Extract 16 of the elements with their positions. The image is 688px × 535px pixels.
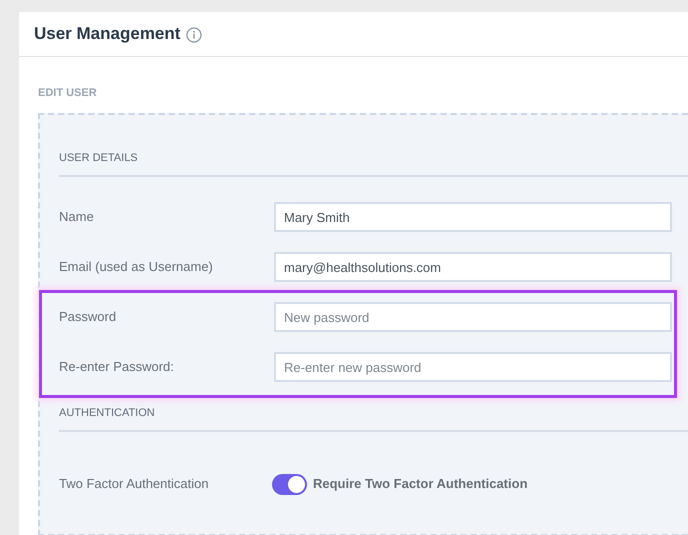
page-title: User Management: [34, 23, 180, 46]
field-label: Re-enter Password:: [59, 358, 175, 376]
field-label: Name: [59, 208, 95, 226]
form-title: EDIT USER: [38, 87, 98, 99]
text-field[interactable]: Mary Smith: [274, 202, 672, 232]
field-label: Email (used as Username): [59, 258, 214, 276]
toggle-switch[interactable]: [272, 474, 307, 494]
text-field[interactable]: mary@healthsolutions.com: [274, 252, 672, 282]
text-field[interactable]: Re-enter new password: [274, 352, 672, 382]
toggle-label: Require Two Factor Authentication: [313, 475, 528, 494]
field-label: Two Factor Authentication: [59, 475, 210, 494]
field-label: Password: [59, 308, 118, 326]
section-heading: USER DETAILS: [59, 152, 138, 164]
section-heading: AUTHENTICATION: [59, 407, 155, 419]
info-icon[interactable]: [186, 27, 202, 43]
text-field[interactable]: New password: [274, 302, 672, 332]
